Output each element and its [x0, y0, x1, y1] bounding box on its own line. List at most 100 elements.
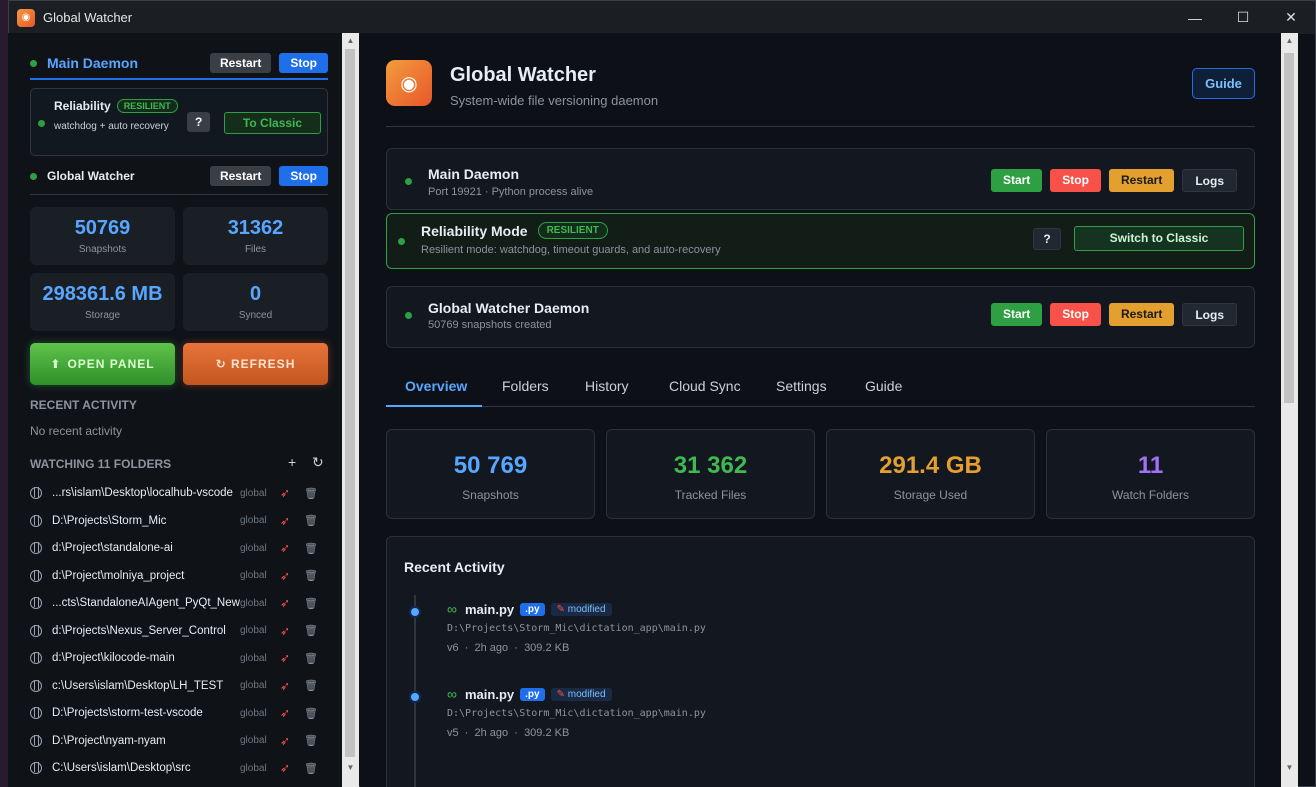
folder-scope: global [240, 625, 267, 636]
status-dot [405, 178, 412, 185]
rocket-icon[interactable]: ➶ [280, 569, 304, 583]
main-restart-button[interactable]: Restart [209, 53, 272, 73]
main-daemon-label: Main Daemon [47, 55, 139, 71]
main-scrollbar[interactable]: ▲ ▼ [1281, 33, 1298, 787]
trash-icon[interactable]: 🗑 [304, 542, 318, 555]
tab-cloud-sync[interactable]: Cloud Sync [669, 378, 741, 394]
minimize-button[interactable]: — [1171, 1, 1219, 34]
scroll-up-icon[interactable]: ▲ [342, 33, 359, 49]
globe-icon [30, 487, 42, 499]
rocket-icon[interactable]: ➶ [280, 706, 304, 720]
arrow-up-icon: ⬆ [50, 357, 62, 371]
sidebar-scrollbar[interactable]: ▲ ▼ [342, 33, 359, 787]
folder-scope: global [240, 762, 267, 774]
rocket-icon[interactable]: ➶ [280, 596, 304, 610]
scroll-thumb[interactable] [345, 49, 355, 757]
folder-item[interactable]: C:\Users\islam\Desktop\src global ➶ 🗑 [30, 758, 330, 778]
trash-icon[interactable]: 🗑 [304, 514, 318, 527]
activity-status: modified [567, 688, 606, 700]
main-stop-button[interactable]: Stop [279, 53, 328, 73]
modified-badge: ✎ modified [550, 687, 612, 701]
trash-icon[interactable]: 🗑 [304, 734, 318, 747]
globe-icon [30, 734, 42, 747]
folder-item[interactable]: ...rs\islam\Desktop\localhub-vscode globa… [30, 483, 330, 503]
maximize-button[interactable]: ☐ [1219, 1, 1267, 34]
reload-icon[interactable]: ↻ [312, 454, 324, 471]
close-button[interactable]: ✕ [1267, 1, 1315, 34]
trash-icon[interactable]: 🗑 [304, 707, 318, 720]
trash-icon[interactable]: 🗑 [304, 679, 318, 692]
folder-item[interactable]: ...cts\StandaloneAIAgent_PyQt_New global ➶… [30, 593, 330, 613]
stop-button[interactable]: Stop [1050, 303, 1101, 326]
globe-icon [30, 707, 42, 719]
scroll-down-icon[interactable]: ▼ [342, 760, 359, 776]
global-stop-button[interactable]: Stop [279, 166, 328, 186]
rocket-icon[interactable]: ➶ [280, 541, 304, 555]
trash-icon[interactable]: 🗑 [304, 487, 318, 500]
tab-settings[interactable]: Settings [776, 378, 827, 394]
rocket-icon[interactable]: ➶ [280, 651, 304, 665]
activity-status: modified [567, 603, 606, 615]
folder-item[interactable]: D:\Projects\Storm_Mic global ➶ 🗑 [30, 511, 330, 531]
help-button[interactable]: ? [187, 112, 211, 132]
folder-scope: global [240, 570, 267, 581]
folder-item[interactable]: D:\Projects\storm-test-vscode global ➶ 🗑 [30, 703, 330, 723]
rocket-icon[interactable]: ➶ [280, 486, 304, 500]
trash-icon[interactable]: 🗑 [304, 597, 318, 610]
tab-history[interactable]: History [585, 378, 629, 394]
active-tab-indicator [386, 405, 482, 407]
tab-folders[interactable]: Folders [502, 378, 549, 394]
tab-overview[interactable]: Overview [405, 378, 467, 394]
tabs-divider [386, 406, 1255, 407]
folder-scope: global [240, 515, 267, 526]
stop-button[interactable]: Stop [1050, 169, 1101, 192]
logs-button[interactable]: Logs [1182, 169, 1237, 192]
trash-icon[interactable]: 🗑 [304, 652, 318, 665]
scroll-up-icon[interactable]: ▲ [1281, 33, 1298, 49]
tab-guide[interactable]: Guide [865, 378, 902, 394]
trash-icon[interactable]: 🗑 [304, 624, 318, 637]
stat-label: Storage Used [893, 488, 968, 502]
folder-item[interactable]: d:\Project\molniya_project global ➶ 🗑 [30, 566, 330, 586]
help-button[interactable]: ? [1033, 228, 1061, 250]
open-panel-label: OPEN PANEL [67, 357, 155, 371]
activity-item[interactable]: ∞ main.py .py ✎ modified D:\Projects\Sto… [447, 686, 706, 739]
active-underline [30, 78, 328, 80]
activity-meta: v5 · 2h ago · 309.2 KB [447, 727, 570, 739]
rocket-icon[interactable]: ➶ [280, 514, 304, 528]
folder-item[interactable]: D:\Project\nyam-nyam global ➶ 🗑 [30, 731, 330, 751]
switch-to-classic-button[interactable]: Switch to Classic [1074, 226, 1244, 251]
globe-icon [30, 569, 42, 582]
folder-item[interactable]: c:\Users\islam\Desktop\LH_TEST global ➶ 🗑 [30, 676, 330, 696]
refresh-button[interactable]: ↻ REFRESH [183, 343, 328, 385]
start-button[interactable]: Start [990, 303, 1043, 326]
to-classic-button[interactable]: To Classic [224, 112, 321, 134]
rocket-icon[interactable]: ➶ [280, 734, 304, 748]
start-button[interactable]: Start [990, 169, 1043, 192]
restart-button[interactable]: Restart [1108, 169, 1175, 192]
logs-button[interactable]: Logs [1182, 303, 1237, 326]
scroll-thumb[interactable] [1284, 53, 1294, 403]
activity-path: D:\Projects\Storm_Mic\dictation_app\main… [447, 623, 706, 634]
folder-item[interactable]: d:\Project\standalone-ai global ➶ 🗑 [30, 538, 330, 558]
folder-path: d:\Projects\Nexus_Server_Control [52, 624, 226, 637]
folder-item[interactable]: d:\Projects\Nexus_Server_Control global ➶ 🗑 [30, 621, 330, 641]
folder-scope: global [240, 597, 267, 609]
scroll-down-icon[interactable]: ▼ [1281, 760, 1298, 776]
rocket-icon[interactable]: ➶ [280, 679, 304, 693]
guide-button[interactable]: Guide [1192, 68, 1255, 99]
open-panel-button[interactable]: ⬆ OPEN PANEL [30, 343, 175, 385]
activity-item[interactable]: ∞ main.py .py ✎ modified D:\Projects\Sto… [447, 601, 706, 654]
restart-button[interactable]: Restart [1108, 303, 1175, 326]
rocket-icon[interactable]: ➶ [280, 624, 304, 638]
main-content: ◉ Global Watcher System-wide file versio… [360, 33, 1281, 787]
activity-size: 309.2 KB [524, 727, 570, 739]
trash-icon[interactable]: 🗑 [304, 569, 318, 582]
rocket-icon[interactable]: ➶ [280, 761, 304, 775]
timeline-dot [409, 606, 421, 618]
globe-icon [30, 652, 42, 664]
global-restart-button[interactable]: Restart [209, 166, 272, 186]
trash-icon[interactable]: 🗑 [304, 762, 318, 775]
folder-item[interactable]: d:\Project\kilocode-main global ➶ 🗑 [30, 648, 330, 668]
add-folder-icon[interactable]: + [288, 454, 296, 470]
